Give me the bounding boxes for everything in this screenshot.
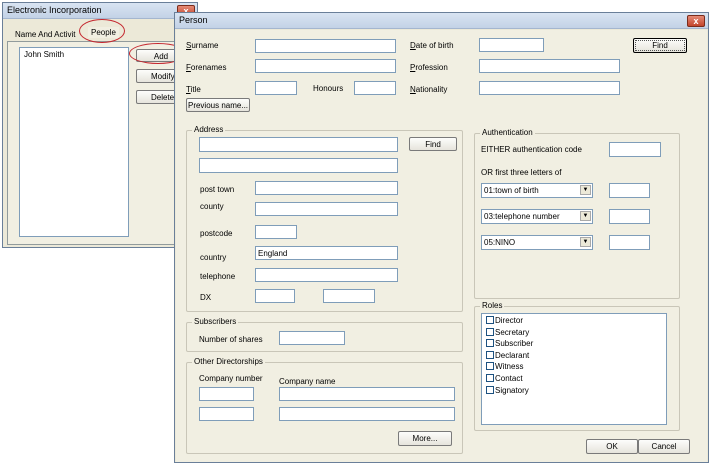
postcode-input[interactable]: [255, 225, 297, 239]
surname-input[interactable]: [255, 39, 396, 53]
profession-input[interactable]: [479, 59, 620, 73]
post-town-input[interactable]: [255, 181, 398, 195]
honours-input[interactable]: [354, 81, 396, 95]
auth-select-3-value: 05:NINO: [484, 238, 516, 247]
subscribers-group-title: Subscribers: [192, 317, 239, 326]
title-input[interactable]: [255, 81, 297, 95]
company-number-input-1[interactable]: [199, 387, 254, 401]
close-icon[interactable]: x: [687, 15, 705, 27]
county-label: county: [200, 202, 224, 211]
checkbox-icon[interactable]: [486, 328, 494, 336]
person-dialog: Person x Surname Forenames Title Honours…: [174, 12, 709, 463]
find-person-button[interactable]: Find: [633, 38, 687, 53]
checkbox-icon[interactable]: [486, 362, 494, 370]
chevron-down-icon[interactable]: ▼: [580, 237, 591, 247]
post-town-label: post town: [200, 185, 235, 194]
honours-label: Honours: [313, 84, 344, 93]
role-witness[interactable]: Witness: [486, 362, 523, 373]
profession-label: Profession: [410, 63, 448, 72]
telephone-label: telephone: [200, 272, 236, 281]
authentication-group-title: Authentication: [480, 128, 535, 137]
surname-label: Surname: [186, 41, 219, 50]
electronic-incorporation-titlebar: Electronic Incorporation x: [3, 3, 197, 19]
company-name-input-2[interactable]: [279, 407, 455, 421]
dx-label: DX: [200, 293, 212, 302]
tab-name-and-activity[interactable]: Name And Activit: [15, 30, 75, 39]
number-of-shares-input[interactable]: [279, 331, 345, 345]
roles-group-title: Roles: [480, 301, 505, 310]
company-number-input-2[interactable]: [199, 407, 254, 421]
previous-name-button[interactable]: Previous name...: [186, 98, 250, 112]
checkbox-icon[interactable]: [486, 374, 494, 382]
nationality-input[interactable]: [479, 81, 620, 95]
roles-list: Director Secretary Subscriber Declarant …: [481, 313, 667, 425]
forenames-label: Forenames: [186, 63, 227, 72]
address-line-1-input[interactable]: [199, 137, 398, 152]
checkbox-icon[interactable]: [486, 351, 494, 359]
role-secretary[interactable]: Secretary: [486, 328, 529, 339]
address-line-2-input[interactable]: [199, 158, 398, 173]
checkbox-icon[interactable]: [486, 339, 494, 347]
checkbox-icon[interactable]: [486, 316, 494, 324]
cancel-button[interactable]: Cancel: [638, 439, 690, 454]
role-declarant[interactable]: Declarant: [486, 351, 529, 362]
title-label: Title: [186, 85, 201, 94]
auth-select-1-value: 01:town of birth: [484, 186, 539, 195]
person-body: Surname Forenames Title Honours Previous…: [176, 30, 707, 462]
more-button[interactable]: More...: [398, 431, 452, 446]
company-name-input-1[interactable]: [279, 387, 455, 401]
dx-input-1[interactable]: [255, 289, 295, 303]
role-signatory[interactable]: Signatory: [486, 386, 529, 397]
first-three-letters-label: OR first three letters of: [481, 168, 562, 177]
auth-select-2[interactable]: 03:telephone number ▼: [481, 209, 593, 224]
auth-select-3[interactable]: 05:NINO ▼: [481, 235, 593, 250]
auth-letters-input-1[interactable]: [609, 183, 650, 198]
dx-input-2[interactable]: [323, 289, 375, 303]
country-input[interactable]: England: [255, 246, 398, 260]
authentication-code-label: EITHER authentication code: [481, 145, 582, 154]
role-subscriber[interactable]: Subscriber: [486, 339, 533, 350]
ok-button[interactable]: OK: [586, 439, 638, 454]
person-titlebar: Person x: [175, 13, 708, 29]
other-directorships-group-title: Other Directorships: [192, 357, 265, 366]
address-group-title: Address: [192, 125, 226, 134]
nationality-label: Nationality: [410, 85, 448, 94]
dialog-title: Person: [179, 15, 208, 25]
date-of-birth-input[interactable]: [479, 38, 544, 52]
list-item[interactable]: John Smith: [24, 50, 64, 59]
auth-letters-input-2[interactable]: [609, 209, 650, 224]
people-list[interactable]: John Smith: [19, 47, 129, 237]
company-name-label: Company name: [279, 377, 336, 386]
county-input[interactable]: [255, 202, 398, 216]
chevron-down-icon[interactable]: ▼: [580, 185, 591, 195]
role-contact[interactable]: Contact: [486, 374, 523, 385]
telephone-input[interactable]: [255, 268, 398, 282]
number-of-shares-label: Number of shares: [199, 335, 263, 344]
people-tab-highlight: [79, 19, 125, 43]
find-address-button[interactable]: Find: [409, 137, 457, 151]
role-director[interactable]: Director: [486, 316, 523, 327]
forenames-input[interactable]: [255, 59, 396, 73]
country-label: country: [200, 253, 227, 262]
date-of-birth-label: Date of birth: [410, 41, 454, 50]
auth-letters-input-3[interactable]: [609, 235, 650, 250]
authentication-code-input[interactable]: [609, 142, 661, 157]
checkbox-icon[interactable]: [486, 386, 494, 394]
window-title: Electronic Incorporation: [7, 5, 102, 15]
auth-select-1[interactable]: 01:town of birth ▼: [481, 183, 593, 198]
postcode-label: postcode: [200, 229, 233, 238]
auth-select-2-value: 03:telephone number: [484, 212, 560, 221]
chevron-down-icon[interactable]: ▼: [580, 211, 591, 221]
company-number-label: Company number: [199, 374, 263, 383]
